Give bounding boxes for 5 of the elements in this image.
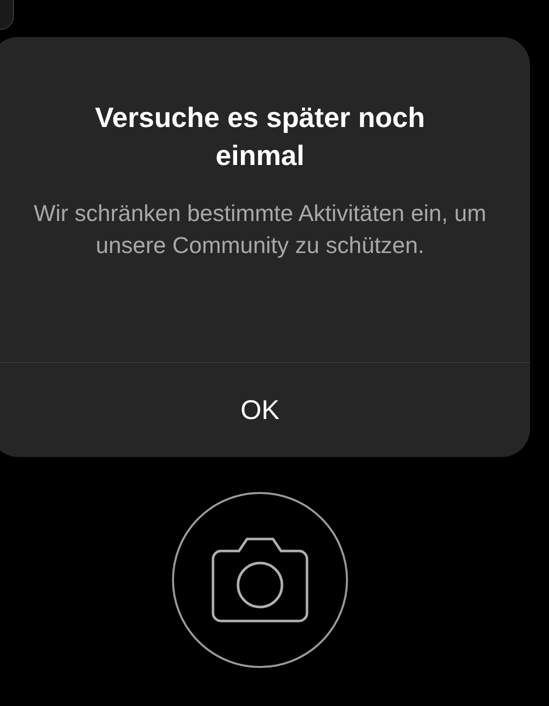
ok-button[interactable]: OK — [0, 363, 530, 457]
dialog-message: Wir schränken bestimmte Aktivitäten ein, um unsere Community zu schützen. — [32, 199, 488, 260]
camera-icon — [211, 537, 309, 623]
dialog-title: Versuche es später noch einmal — [94, 101, 426, 173]
camera-button[interactable] — [172, 492, 348, 668]
